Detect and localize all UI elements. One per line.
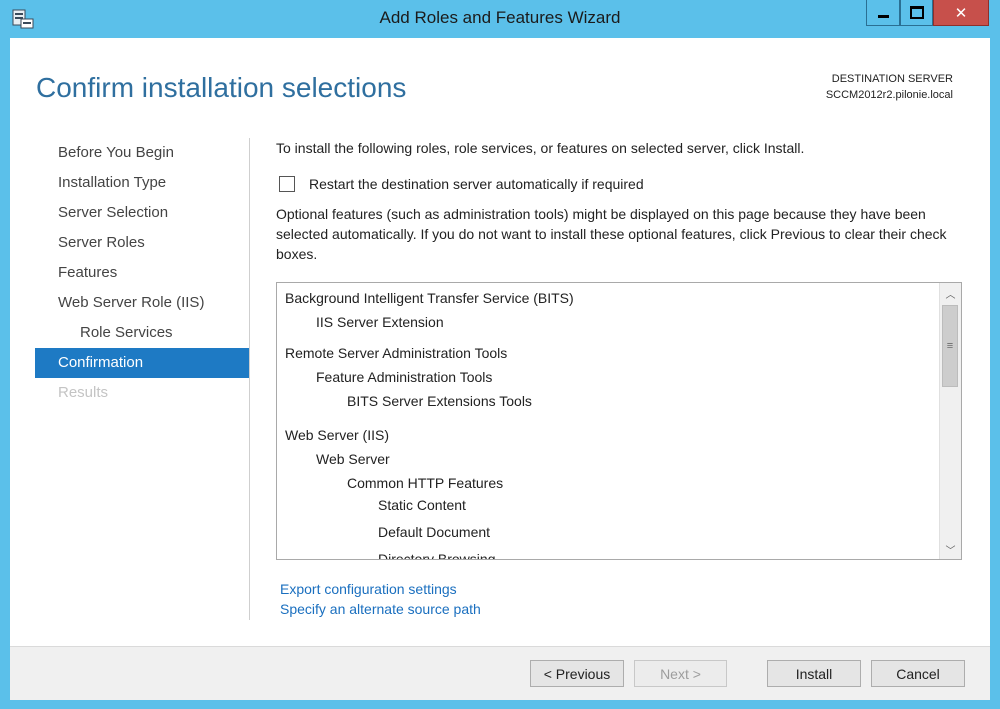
nav-item-confirmation[interactable]: Confirmation [35,348,249,378]
scroll-up-button[interactable]: ︿ [940,283,961,303]
chevron-down-icon: ﹀ [945,545,956,557]
export-configuration-link[interactable]: Export configuration settings [280,581,457,597]
window-title: Add Roles and Features Wizard [379,8,621,27]
grip-icon: ≡ [946,340,954,352]
nav-item-server-roles[interactable]: Server Roles [35,228,249,258]
destination-server-name: SCCM2012r2.pilonie.local [825,89,953,101]
scroll-down-button[interactable]: ﹀ [940,539,961,559]
list-item: Background Intelligent Transfer Service … [285,290,574,306]
close-button[interactable]: ✕ [933,0,989,26]
restart-option[interactable]: Restart the destination server automatic… [279,176,644,192]
close-icon: ✕ [954,3,968,22]
nav-item-server-selection[interactable]: Server Selection [35,198,249,228]
nav-item-web-server-role[interactable]: Web Server Role (IIS) [35,288,249,318]
previous-button[interactable]: < Previous [530,660,624,687]
optional-features-note: Optional features (such as administratio… [276,206,947,262]
list-item: Feature Administration Tools [316,369,493,385]
features-list-viewport: Background Intelligent Transfer Service … [277,283,939,559]
alternate-source-link[interactable]: Specify an alternate source path [280,601,481,617]
destination-server-label: DESTINATION SERVER [831,73,953,85]
install-button[interactable]: Install [767,660,861,687]
list-item: Directory Browsing [378,551,496,559]
list-item: Web Server [316,451,390,467]
chevron-up-icon: ︿ [945,289,956,301]
next-button: Next > [634,660,727,687]
list-item: Static Content [378,497,466,513]
nav-item-before-you-begin[interactable]: Before You Begin [35,138,249,168]
nav-divider [249,138,250,620]
list-item: BITS Server Extensions Tools [347,393,532,409]
page-title: Confirm installation selections [36,72,407,103]
features-scrollbar[interactable]: ︿ ≡ ﹀ [939,283,961,559]
list-item: Common HTTP Features [347,475,504,491]
scroll-thumb[interactable]: ≡ [942,305,958,387]
list-item: Default Document [378,524,491,540]
list-item: IIS Server Extension [316,314,444,330]
restart-checkbox[interactable] [279,176,295,192]
nav-item-installation-type[interactable]: Installation Type [35,168,249,198]
destination-server-info: DESTINATION SERVER SCCM2012r2.pilonie.lo… [826,71,953,103]
list-item: Remote Server Administration Tools [285,345,508,361]
nav-item-features[interactable]: Features [35,258,249,288]
wizard-window: Add Roles and Features Wizard ✕ Confirm … [0,0,1000,709]
nav-item-results: Results [58,384,109,401]
wizard-client-area: Confirm installation selections DESTINAT… [10,38,990,700]
minimize-button[interactable] [866,0,900,26]
cancel-button[interactable]: Cancel [871,660,965,687]
list-item: Web Server (IIS) [285,427,389,443]
maximize-button[interactable] [900,0,933,26]
title-bar[interactable]: Add Roles and Features Wizard ✕ [0,0,1000,38]
intro-text: To install the following roles, role ser… [276,140,805,156]
wizard-nav: Before You Begin Installation Type Serve… [35,138,249,408]
wizard-footer: < Previous Next > Install Cancel [10,646,990,700]
nav-item-role-services[interactable]: Role Services [35,318,249,348]
maximize-icon [909,6,924,19]
minimize-icon [877,15,889,18]
selected-features-list[interactable]: Background Intelligent Transfer Service … [276,282,962,560]
restart-checkbox-label[interactable]: Restart the destination server automatic… [309,176,644,192]
